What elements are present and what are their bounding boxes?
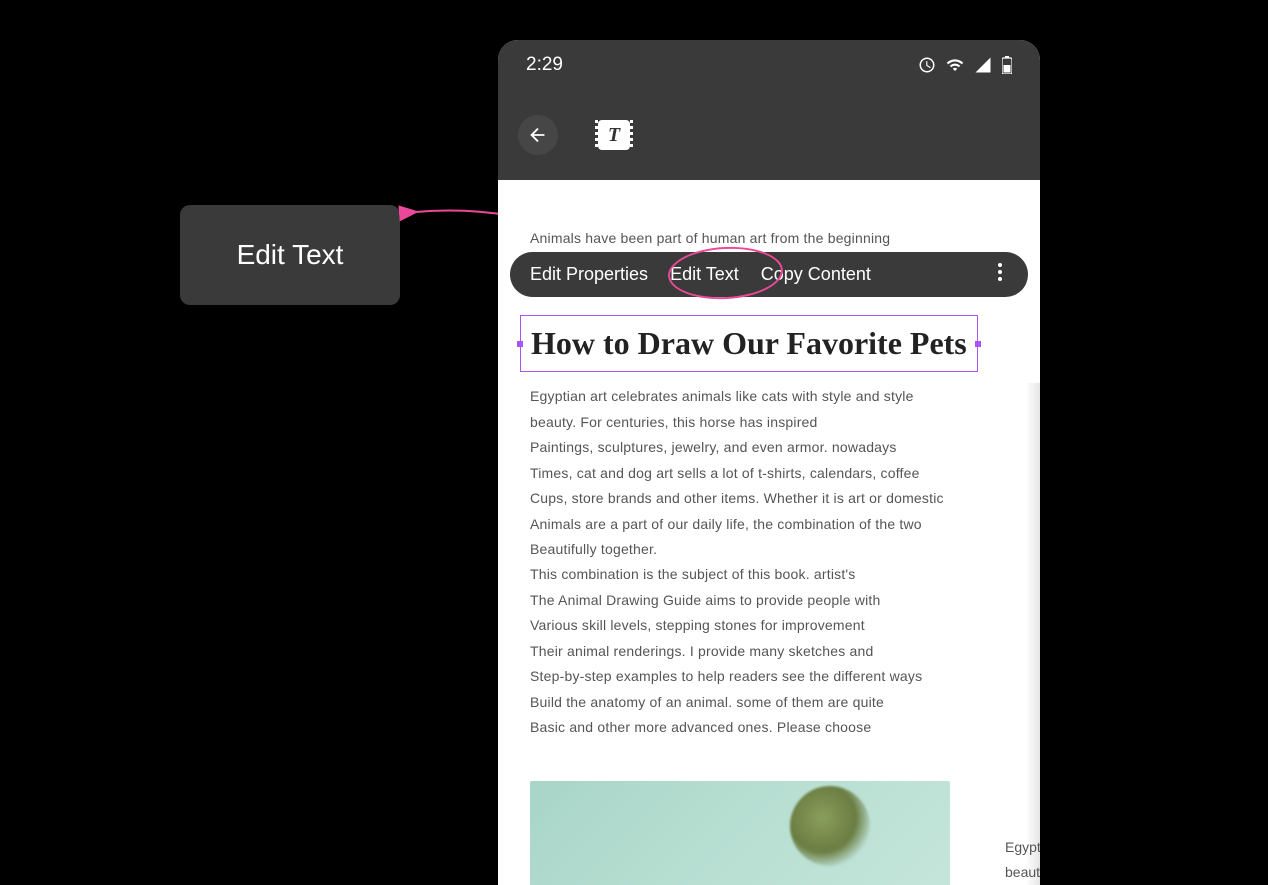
body-line: Egyptian art celebrates animals like cat… [530, 384, 1008, 409]
menu-edit-text[interactable]: Edit Text [670, 264, 739, 285]
selection-handle-left[interactable] [517, 341, 523, 347]
alarm-icon [918, 56, 936, 74]
body-line: Times, cat and dog art sells a lot of t-… [530, 461, 1008, 486]
menu-more-button[interactable] [997, 262, 1008, 287]
menu-edit-properties[interactable]: Edit Properties [530, 264, 648, 285]
app-bar: T [498, 90, 1040, 180]
body-line: Beautifully together. [530, 537, 1008, 562]
menu-copy-content[interactable]: Copy Content [761, 264, 871, 285]
body-line: Paintings, sculptures, jewelry, and even… [530, 435, 1008, 460]
callout-tooltip: Edit Text [180, 205, 400, 305]
body-line: Basic and other more advanced ones. Plea… [530, 715, 1008, 740]
body-line: Build the anatomy of an animal. some of … [530, 690, 1008, 715]
body-line: Various skill levels, stepping stones fo… [530, 613, 1008, 638]
selection-handle-right[interactable] [975, 341, 981, 347]
side-line: beauty. Fo [1005, 860, 1040, 885]
battery-icon [1002, 56, 1012, 74]
back-button[interactable] [518, 115, 558, 155]
status-icons [918, 56, 1012, 74]
intro-text: Animals have been part of human art from… [530, 230, 1008, 246]
more-vert-icon [997, 262, 1003, 282]
phone-frame: 2:29 T Animals have been part of human a… [498, 40, 1040, 885]
document-content[interactable]: Animals have been part of human art from… [498, 180, 1040, 885]
body-line: This combination is the subject of this … [530, 562, 1008, 587]
document-image [530, 781, 950, 885]
side-line: Egyptian a [1005, 835, 1040, 860]
body-text: Egyptian art celebrates animals like cat… [530, 384, 1008, 741]
selected-heading-box[interactable]: How to Draw Our Favorite Pets [520, 315, 978, 372]
heading-text: How to Draw Our Favorite Pets [531, 322, 967, 365]
status-time: 2:29 [526, 54, 563, 76]
body-line: The Animal Drawing Guide aims to provide… [530, 588, 1008, 613]
body-line: Their animal renderings. I provide many … [530, 639, 1008, 664]
body-line: beauty. For centuries, this horse has in… [530, 410, 1008, 435]
status-bar: 2:29 [498, 40, 1040, 90]
callout-label: Edit Text [237, 239, 344, 271]
text-tool-glyph: T [608, 124, 620, 147]
text-tool-button[interactable]: T [598, 120, 630, 150]
context-menu: Edit Properties Edit Text Copy Content [510, 252, 1028, 297]
next-page-text: Egyptian a beauty. Fo [1005, 835, 1040, 885]
back-arrow-icon [527, 124, 549, 146]
body-line: Step-by-step examples to help readers se… [530, 664, 1008, 689]
body-line: Cups, store brands and other items. Whet… [530, 486, 1008, 511]
body-line: Animals are a part of our daily life, th… [530, 512, 1008, 537]
wifi-icon [946, 56, 964, 74]
next-page-image [1005, 383, 1040, 885]
signal-icon [974, 56, 992, 74]
